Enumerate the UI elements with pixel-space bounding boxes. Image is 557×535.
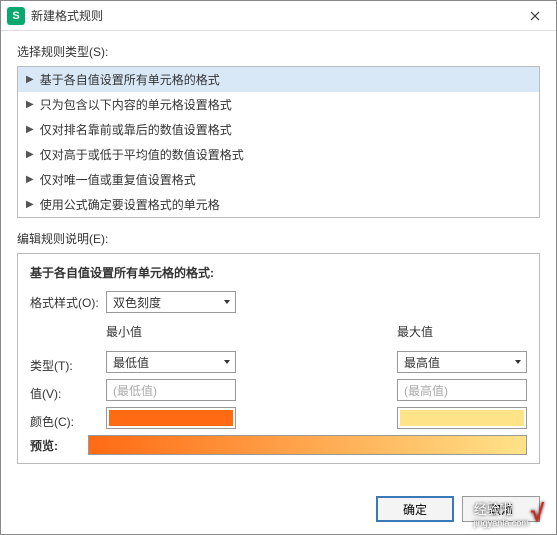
min-value-input[interactable]: (最低值) [106, 379, 236, 401]
format-style-row: 格式样式(O): 双色刻度 [30, 291, 527, 313]
max-color-swatch [400, 410, 524, 426]
rule-type-item[interactable]: ▶ 仅对唯一值或重复值设置格式 [18, 167, 539, 192]
preview-label: 预览: [30, 437, 88, 454]
min-color-select[interactable] [106, 407, 236, 429]
max-header: 最大值 [397, 323, 527, 345]
titlebar: S 新建格式规则 [1, 1, 556, 31]
max-color-select[interactable] [397, 407, 527, 429]
value-row-label: 值(V): [30, 379, 106, 407]
app-icon: S [7, 7, 25, 25]
rule-type-item-label: 使用公式确定要设置格式的单元格 [40, 196, 220, 213]
dialog-footer: 确定 取消 [376, 496, 540, 522]
close-button[interactable] [514, 1, 556, 31]
max-type-value: 最高值 [404, 354, 440, 371]
chevron-down-icon [223, 355, 231, 369]
min-value-placeholder: (最低值) [113, 382, 157, 399]
dialog-window: S 新建格式规则 选择规则类型(S): ▶ 基于各自值设置所有单元格的格式 ▶ … [0, 0, 557, 535]
preview-row: 预览: [30, 435, 527, 455]
type-row-label: 类型(T): [30, 351, 106, 379]
format-style-label: 格式样式(O): [30, 294, 106, 311]
rule-type-item-label: 仅对高于或低于平均值的数值设置格式 [40, 146, 244, 163]
rule-type-item-label: 只为包含以下内容的单元格设置格式 [40, 96, 232, 113]
rule-type-list: ▶ 基于各自值设置所有单元格的格式 ▶ 只为包含以下内容的单元格设置格式 ▶ 仅… [17, 66, 540, 218]
ok-button-label: 确定 [403, 501, 427, 518]
app-icon-letter: S [12, 10, 19, 22]
max-value-input[interactable]: (最高值) [397, 379, 527, 401]
rule-type-item[interactable]: ▶ 使用公式确定要设置格式的单元格 [18, 192, 539, 217]
chevron-down-icon [514, 355, 522, 369]
format-style-value: 双色刻度 [113, 294, 161, 311]
min-header: 最小值 [106, 323, 236, 345]
triangle-right-icon: ▶ [26, 124, 34, 135]
close-icon [530, 11, 540, 21]
max-value-column: 最大值 最高值 (最高值) [397, 323, 527, 435]
max-value-placeholder: (最高值) [404, 382, 448, 399]
rule-type-item-label: 仅对唯一值或重复值设置格式 [40, 171, 196, 188]
triangle-right-icon: ▶ [26, 99, 34, 110]
cancel-button[interactable]: 取消 [462, 496, 540, 522]
triangle-right-icon: ▶ [26, 149, 34, 160]
dialog-body: 选择规则类型(S): ▶ 基于各自值设置所有单元格的格式 ▶ 只为包含以下内容的… [1, 31, 556, 476]
rule-type-item[interactable]: ▶ 仅对排名靠前或靠后的数值设置格式 [18, 117, 539, 142]
column-spacer [236, 323, 397, 435]
format-style-select[interactable]: 双色刻度 [106, 291, 236, 313]
max-type-select[interactable]: 最高值 [397, 351, 527, 373]
rule-type-item[interactable]: ▶ 只为包含以下内容的单元格设置格式 [18, 92, 539, 117]
color-row-label: 颜色(C): [30, 407, 106, 435]
panel-title: 基于各自值设置所有单元格的格式: [30, 264, 527, 281]
cancel-button-label: 取消 [489, 501, 513, 518]
min-type-select[interactable]: 最低值 [106, 351, 236, 373]
value-columns: 类型(T): 值(V): 颜色(C): 最小值 最低值 (最低值) [30, 323, 527, 435]
edit-rule-panel: 基于各自值设置所有单元格的格式: 格式样式(O): 双色刻度 类型(T): 值(… [17, 253, 540, 464]
select-rule-type-label: 选择规则类型(S): [17, 43, 540, 60]
rule-type-item-label: 仅对排名靠前或靠后的数值设置格式 [40, 121, 232, 138]
min-value-column: 最小值 最低值 (最低值) [106, 323, 236, 435]
triangle-right-icon: ▶ [26, 174, 34, 185]
min-color-swatch [109, 410, 233, 426]
rule-type-item[interactable]: ▶ 仅对高于或低于平均值的数值设置格式 [18, 142, 539, 167]
preview-gradient [88, 435, 527, 455]
rule-type-item-label: 基于各自值设置所有单元格的格式 [40, 71, 220, 88]
ok-button[interactable]: 确定 [376, 496, 454, 522]
edit-rule-desc-label: 编辑规则说明(E): [17, 230, 540, 247]
triangle-right-icon: ▶ [26, 199, 34, 210]
rule-type-item[interactable]: ▶ 基于各自值设置所有单元格的格式 [18, 67, 539, 92]
min-type-value: 最低值 [113, 354, 149, 371]
chevron-down-icon [223, 295, 231, 309]
window-title: 新建格式规则 [31, 7, 103, 24]
row-labels-column: 类型(T): 值(V): 颜色(C): [30, 323, 106, 435]
triangle-right-icon: ▶ [26, 74, 34, 85]
